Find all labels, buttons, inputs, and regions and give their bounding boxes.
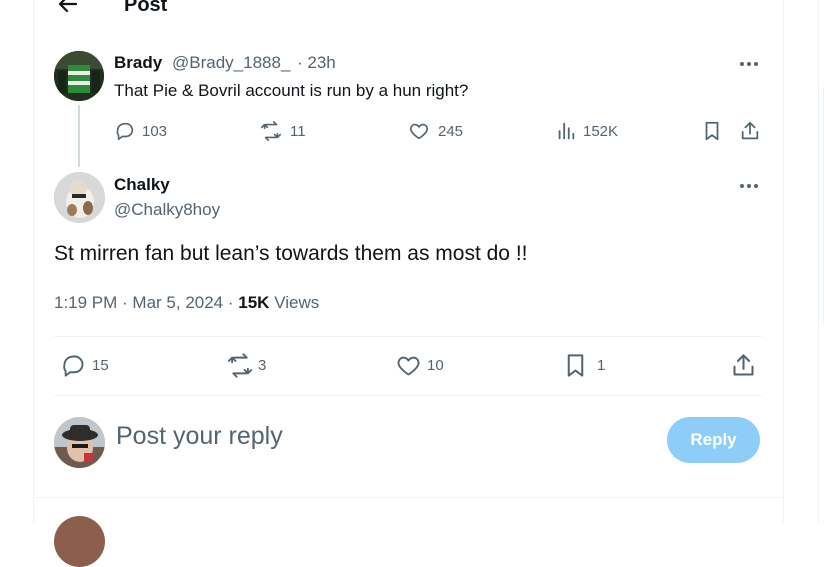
back-arrow-icon[interactable] xyxy=(56,0,80,16)
avatar[interactable] xyxy=(54,51,104,101)
reply-icon xyxy=(60,352,87,379)
reply-button[interactable]: Reply xyxy=(667,417,760,463)
post-text: St mirren fan but lean’s towards them as… xyxy=(54,242,528,265)
views-action[interactable]: 152K xyxy=(555,120,618,142)
repost-count: 3 xyxy=(258,357,267,374)
page-title: Post xyxy=(124,0,168,16)
like-count: 10 xyxy=(427,357,444,374)
views-label: Views xyxy=(274,293,320,312)
reply-action[interactable]: 103 xyxy=(114,120,167,142)
more-icon[interactable] xyxy=(740,183,762,189)
reply-icon xyxy=(114,120,136,142)
views-count: 152K xyxy=(583,122,619,140)
author-name[interactable]: Brady xyxy=(114,53,162,73)
avatar[interactable] xyxy=(54,417,105,468)
repost-icon xyxy=(260,120,282,142)
avatar[interactable] xyxy=(54,172,105,223)
like-icon xyxy=(395,352,422,379)
views-icon xyxy=(555,120,577,142)
share-icon[interactable] xyxy=(739,120,761,147)
post-timestamp[interactable]: 1:19 PM · Mar 5, 2024 · xyxy=(54,293,234,312)
repost-action[interactable]: 11 xyxy=(260,120,306,142)
author-handle[interactable]: @Chalky8hoy xyxy=(114,200,220,220)
divider xyxy=(34,497,783,498)
reply-count: 15 xyxy=(92,357,109,374)
post-meta: 1:19 PM · Mar 5, 2024 · 15K Views xyxy=(54,293,319,313)
share-icon[interactable] xyxy=(730,352,757,384)
avatar[interactable] xyxy=(54,516,105,567)
reply-action[interactable]: 15 xyxy=(60,352,109,379)
post-text: That Pie & Bovril account is run by a hu… xyxy=(114,81,469,100)
divider xyxy=(54,395,762,396)
like-count: 245 xyxy=(438,122,464,140)
bookmark-icon[interactable] xyxy=(701,120,723,147)
bookmark-count: 1 xyxy=(597,357,606,374)
views-count: 15K xyxy=(238,293,270,312)
repost-icon xyxy=(226,352,254,379)
like-icon xyxy=(408,120,430,142)
post-time[interactable]: · 23h xyxy=(297,53,336,73)
reply-count: 103 xyxy=(142,122,168,140)
thread-connector-line xyxy=(78,105,80,167)
main-column: Post Brady @Brady_1888_ · 23h That Pie &… xyxy=(33,0,784,567)
author-name[interactable]: Chalky xyxy=(114,175,170,195)
page-header: Post xyxy=(34,0,783,22)
like-action[interactable]: 245 xyxy=(408,120,463,142)
bookmark-icon xyxy=(562,352,589,379)
author-handle[interactable]: @Brady_1888_ xyxy=(172,53,290,73)
like-action[interactable]: 10 xyxy=(395,352,444,379)
reply-input[interactable] xyxy=(116,422,636,451)
right-sidebar-edge xyxy=(818,0,824,523)
repost-action[interactable]: 3 xyxy=(226,352,266,379)
bookmark-action[interactable]: 1 xyxy=(562,352,605,379)
more-icon[interactable] xyxy=(740,61,762,67)
repost-count: 11 xyxy=(290,122,306,140)
divider xyxy=(54,336,762,337)
